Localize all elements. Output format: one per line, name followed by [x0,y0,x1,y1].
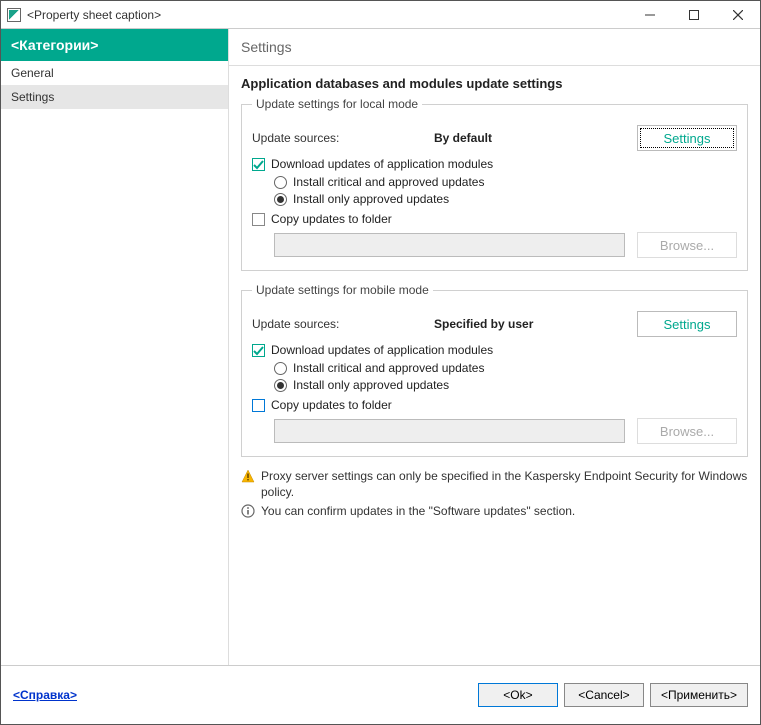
window-buttons [628,1,760,28]
mobile-browse-button: Browse... [637,418,737,444]
group-local-legend: Update settings for local mode [252,97,422,111]
section-heading: Application databases and modules update… [241,76,748,91]
mobile-download-checkbox[interactable] [252,344,265,357]
help-link[interactable]: <Справка> [13,688,77,702]
content: Settings Application databases and modul… [229,29,760,665]
mobile-sources-label: Update sources: [252,317,434,331]
local-folder-input [274,233,625,257]
local-copy-checkbox[interactable] [252,213,265,226]
mobile-radio-critical[interactable] [274,362,287,375]
info-icon [241,504,255,518]
close-button[interactable] [716,1,760,28]
content-title: Settings [229,29,760,66]
mobile-settings-button[interactable]: Settings [637,311,737,337]
local-sources-label: Update sources: [252,131,434,145]
mobile-folder-input [274,419,625,443]
mobile-download-label: Download updates of application modules [271,343,493,357]
sidebar-item-settings[interactable]: Settings [1,85,228,109]
local-copy-label: Copy updates to folder [271,212,392,226]
window-title: <Property sheet caption> [27,8,628,22]
local-sources-value: By default [434,131,633,145]
local-browse-button: Browse... [637,232,737,258]
local-radio-critical[interactable] [274,176,287,189]
mobile-radio-approved-label: Install only approved updates [293,378,449,392]
warning-icon [241,469,255,483]
titlebar: <Property sheet caption> [1,1,760,29]
info-text: You can confirm updates in the "Software… [261,504,575,520]
mobile-sources-value: Specified by user [434,317,633,331]
local-download-label: Download updates of application modules [271,157,493,171]
apply-button[interactable]: <Применить> [650,683,748,707]
local-radio-approved-label: Install only approved updates [293,192,449,206]
group-mobile: Update settings for mobile mode Update s… [241,283,748,457]
group-local: Update settings for local mode Update so… [241,97,748,271]
mobile-copy-checkbox[interactable] [252,399,265,412]
sidebar-item-general[interactable]: General [1,61,228,85]
app-icon [7,8,21,22]
warning-text: Proxy server settings can only be specif… [261,469,748,500]
mobile-radio-critical-label: Install critical and approved updates [293,361,484,375]
mobile-radio-approved[interactable] [274,379,287,392]
group-mobile-legend: Update settings for mobile mode [252,283,433,297]
ok-button[interactable]: <Ok> [478,683,558,707]
minimize-button[interactable] [628,1,672,28]
cancel-button[interactable]: <Cancel> [564,683,644,707]
sidebar-header: <Категории> [1,29,228,61]
sidebar: <Категории> General Settings [1,29,229,665]
local-settings-button[interactable]: Settings [637,125,737,151]
maximize-button[interactable] [672,1,716,28]
mobile-copy-label: Copy updates to folder [271,398,392,412]
local-download-checkbox[interactable] [252,158,265,171]
local-radio-critical-label: Install critical and approved updates [293,175,484,189]
local-radio-approved[interactable] [274,193,287,206]
footer: <Справка> <Ok> <Cancel> <Применить> [1,665,760,723]
